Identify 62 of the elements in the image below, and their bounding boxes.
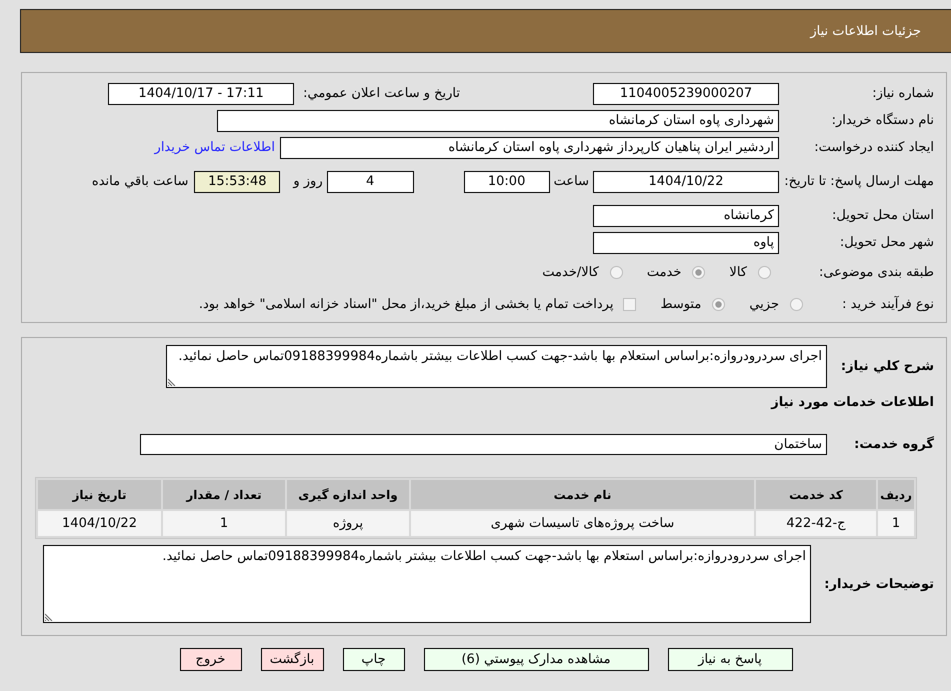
column-header: نام خدمت [411,480,754,509]
field-label: شماره نیاز: [871,85,934,102]
field-label: گروه خدمت: [853,437,934,452]
action-button[interactable]: مشاهده مدارک پیوستي (6) [424,648,648,671]
exit-button[interactable]: خروج [180,648,242,671]
field-label: توضیحات خریدار: [823,576,934,592]
checkbox[interactable] [623,298,636,310]
deadline-time-field[interactable]: 10:00 [464,170,550,192]
option-label: خدمت [646,265,682,280]
option-label: جزيي [749,296,779,312]
table-cell: 1 [878,511,914,536]
column-header: تاریخ نیاز [38,480,161,509]
province-field[interactable]: کرمانشاه [593,204,779,226]
resize-grip-icon[interactable] [45,613,53,621]
deadline-date-field[interactable]: 1404/10/22 [593,170,779,192]
radio-button[interactable] [692,266,706,279]
buyer-organization-field[interactable]: شهرداری پاوه استان کرمانشاه [217,110,779,132]
column-header: ردیف [878,480,914,509]
requester-field[interactable]: اردشیر ایران پناهیان کارپرداز شهرداری پاوه استان کرمانشاه [280,136,779,158]
table-cell: ج-42-422 [756,511,876,536]
city-field[interactable]: پاوه [593,232,779,254]
resize-grip-icon[interactable] [168,378,176,386]
days-label: روز و [293,174,323,189]
days-left-field[interactable]: 4 [326,170,414,192]
time-left-field[interactable]: 15:53:48 [194,170,280,192]
field-label: استان محل تحویل: [831,207,934,224]
radio-button[interactable] [758,266,771,279]
buyer-contact-link[interactable]: اطلاعات تماس خریدار [154,140,275,155]
action-button[interactable]: پاسخ به نیاز [668,648,792,671]
radio-button[interactable] [610,266,623,279]
field-label: تاریخ و ساعت اعلان عمومي: [303,86,460,101]
field-label: ایجاد کننده درخواست: [813,139,934,156]
field-label: مهلت ارسال پاسخ: تا تاریخ: [783,173,934,190]
column-header: تعداد / مقدار [163,480,285,509]
exit-button[interactable]: بازگشت [260,648,324,671]
field-label: شرح کلي نیاز: [840,359,934,374]
option-label: کالا [729,265,747,280]
radio-button[interactable] [712,298,726,310]
field-label: نام دستگاه خریدار: [830,112,934,129]
announcement-date-field[interactable]: 1404/10/17 - 17:11 [108,82,294,104]
table-cell: پروژه [287,511,409,536]
time-label: ساعت [554,174,589,189]
need-number-field[interactable]: 1104005239000207 [593,82,779,104]
table-cell: ساخت پروژه‌های تاسیسات شهری [411,511,754,536]
checkbox-label: پرداخت تمام یا بخشی از مبلغ خرید،از محل "اسناد خزانه اسلامی" خواهد بود. [198,296,614,312]
option-label: متوسط [660,296,702,312]
radio-button[interactable] [790,298,803,310]
column-header: کد خدمت [756,480,876,509]
field-label: شهر محل تحویل: [838,234,934,251]
option-label: کالا/خدمت [542,265,599,280]
action-button[interactable]: چاپ [342,648,404,671]
section-heading: اطلاعات خدمات مورد نیاز [770,394,934,412]
time-left-label: ساعت باقي مانده [92,174,188,189]
column-header: واحد اندازه گیری [287,480,409,509]
table-cell: 1 [163,511,285,536]
service-group-field[interactable]: ساختمان [140,434,827,455]
description-textarea[interactable]: اجرای سردرودروازه:براساس استعلام بها باشد-جهت کسب اطلاعات بیشتر باشماره09188399984تماس حاصل نمائید. [166,345,827,388]
buyer-notes-textarea[interactable]: اجرای سردرودروازه:براساس استعلام بها باشد-جهت کسب اطلاعات بیشتر باشماره09188399984تماس حاصل نمائید. [43,545,811,623]
page-title: جزئیات اطلاعات نیاز [810,24,921,38]
field-label: طبقه بندی موضوعی: [818,264,934,281]
field-label: نوع فرآیند خرید : [841,296,934,312]
table-cell: 1404/10/22 [38,511,161,536]
